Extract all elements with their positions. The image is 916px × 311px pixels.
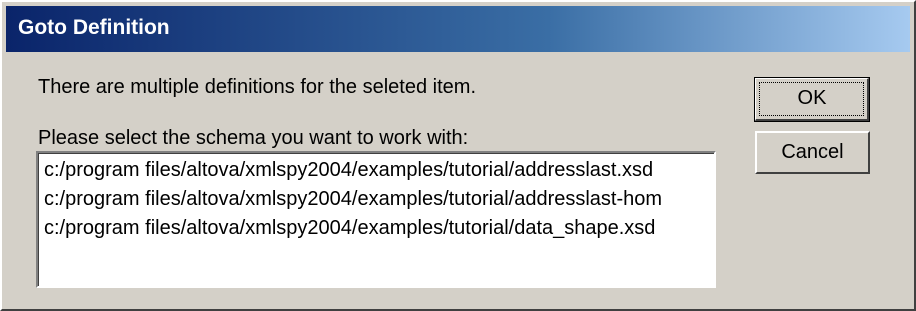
title-bar[interactable]: Goto Definition [6, 6, 910, 52]
ok-button[interactable]: OK [754, 77, 870, 122]
goto-definition-dialog: Goto Definition There are multiple defin… [0, 0, 916, 311]
multiple-definitions-message: There are multiple definitions for the s… [38, 76, 476, 98]
schema-list-item[interactable]: c:/program files/altova/xmlspy2004/examp… [44, 156, 714, 185]
ok-button-label: OK [797, 87, 827, 109]
schema-list-item[interactable]: c:/program files/altova/xmlspy2004/examp… [44, 185, 714, 214]
cancel-button-label: Cancel [781, 141, 844, 163]
schema-list-item[interactable]: c:/program files/altova/xmlspy2004/examp… [44, 214, 714, 243]
select-schema-label: Please select the schema you want to wor… [38, 127, 469, 149]
cancel-button[interactable]: Cancel [755, 131, 870, 174]
window-title: Goto Definition [18, 16, 170, 39]
schema-listbox[interactable]: c:/program files/altova/xmlspy2004/examp… [36, 151, 716, 288]
